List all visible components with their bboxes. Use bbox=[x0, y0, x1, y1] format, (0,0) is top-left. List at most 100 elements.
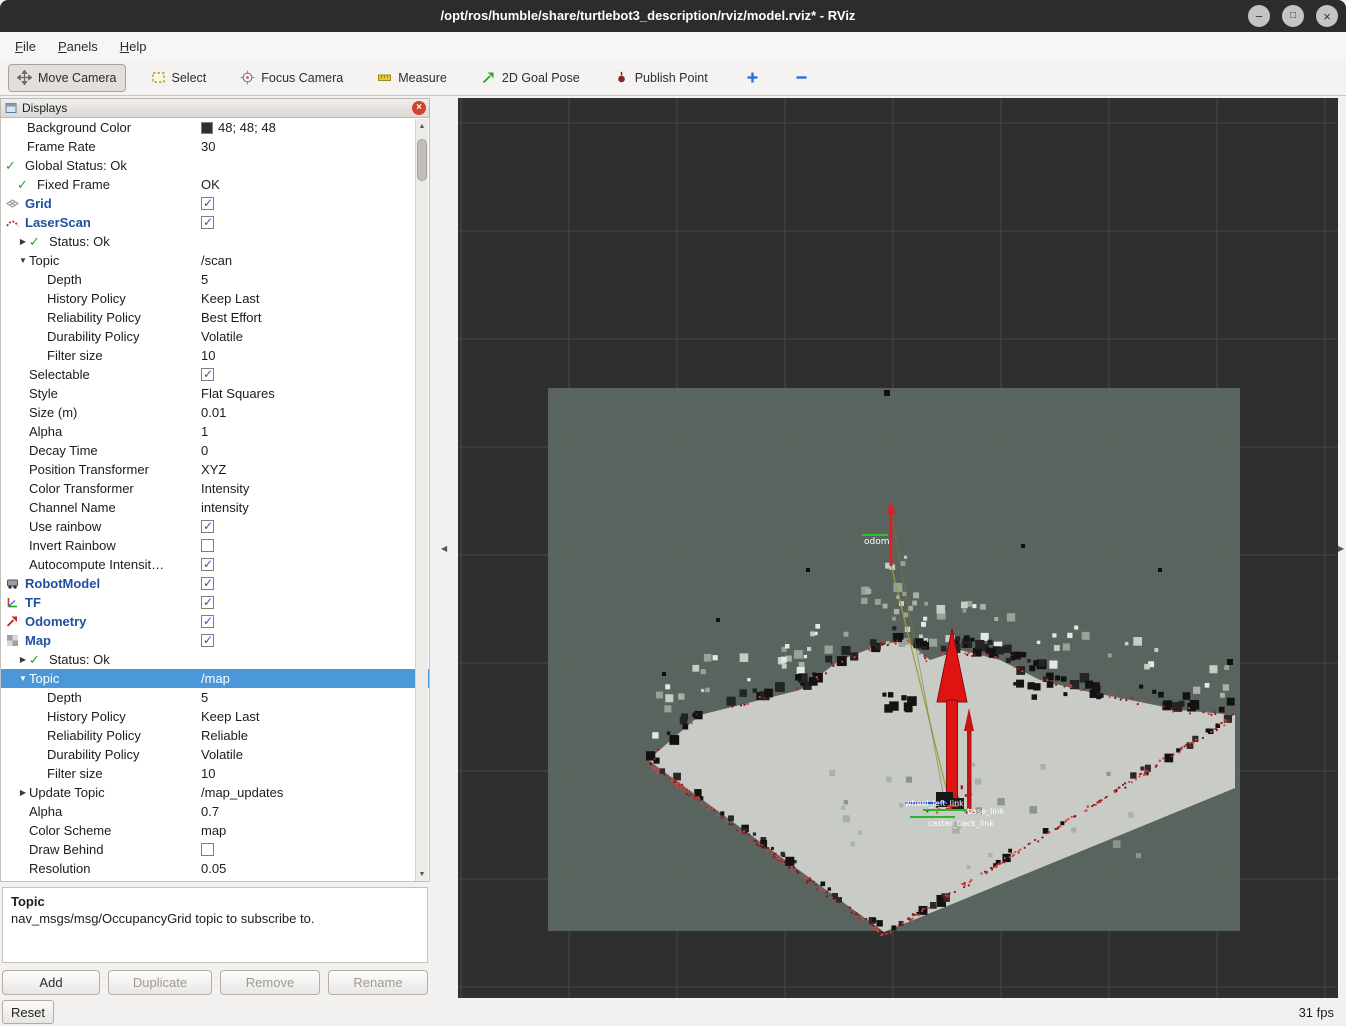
property-value[interactable]: 1 bbox=[201, 422, 208, 441]
tree-row-background-color[interactable]: Background Color48; 48; 48 bbox=[1, 118, 429, 137]
tree-row-tf[interactable]: TF bbox=[1, 593, 429, 612]
property-value[interactable]: 5 bbox=[201, 688, 208, 707]
property-checkbox-cell[interactable] bbox=[201, 840, 214, 859]
tree-row-size-m[interactable]: Size (m)0.01 bbox=[1, 403, 429, 422]
property-value[interactable]: Reliable bbox=[201, 726, 248, 745]
tree-row-invert-rainbow[interactable]: Invert Rainbow bbox=[1, 536, 429, 555]
tree-row-filter-size[interactable]: Filter size10 bbox=[1, 764, 429, 783]
property-value[interactable]: map bbox=[201, 821, 226, 840]
property-value[interactable]: XYZ bbox=[201, 460, 226, 479]
duplicate-button[interactable]: Duplicate bbox=[108, 970, 212, 995]
checkbox-unchecked[interactable] bbox=[201, 539, 214, 552]
expander-closed-icon[interactable]: ▶ bbox=[17, 788, 29, 797]
property-value[interactable]: OK bbox=[201, 175, 220, 194]
property-checkbox-cell[interactable] bbox=[201, 213, 214, 232]
property-checkbox-cell[interactable] bbox=[201, 574, 214, 593]
close-button[interactable]: × bbox=[1316, 5, 1338, 27]
tree-row-history-policy[interactable]: History PolicyKeep Last bbox=[1, 289, 429, 308]
property-value[interactable]: 10 bbox=[201, 764, 215, 783]
checkbox-checked[interactable] bbox=[201, 596, 214, 609]
property-value[interactable]: 0 bbox=[201, 441, 208, 460]
3d-view-canvas[interactable]: odomwheel_left_linkbase_linkcaster_back_… bbox=[458, 98, 1338, 998]
tree-row-autocompute-intensit[interactable]: Autocompute Intensit… bbox=[1, 555, 429, 574]
tree-row-odometry[interactable]: Odometry bbox=[1, 612, 429, 631]
tree-row-status-ok[interactable]: ▶✓Status: Ok bbox=[1, 650, 429, 669]
tree-row-robotmodel[interactable]: RobotModel bbox=[1, 574, 429, 593]
property-value[interactable]: /map bbox=[201, 669, 230, 688]
tool-publish-point[interactable]: Publish Point bbox=[605, 64, 717, 92]
checkbox-checked[interactable] bbox=[201, 216, 214, 229]
add-tool-button[interactable] bbox=[739, 64, 766, 92]
tree-row-selectable[interactable]: Selectable bbox=[1, 365, 429, 384]
checkbox-checked[interactable] bbox=[201, 197, 214, 210]
menu-file[interactable]: File bbox=[4, 35, 47, 58]
tree-row-status-ok[interactable]: ▶✓Status: Ok bbox=[1, 232, 429, 251]
property-checkbox-cell[interactable] bbox=[201, 631, 214, 650]
tree-row-style[interactable]: StyleFlat Squares bbox=[1, 384, 429, 403]
tree-row-topic[interactable]: ▼Topic/scan bbox=[1, 251, 429, 270]
property-value[interactable]: 0.05 bbox=[201, 859, 226, 878]
tree-scrollbar[interactable]: ▲ ▼ bbox=[415, 119, 428, 881]
add-button[interactable]: Add bbox=[2, 970, 100, 995]
property-value[interactable]: 0.7 bbox=[201, 802, 219, 821]
tree-row-resolution[interactable]: Resolution0.05 bbox=[1, 859, 429, 878]
property-value[interactable]: Flat Squares bbox=[201, 384, 275, 403]
minimize-button[interactable]: − bbox=[1248, 5, 1270, 27]
property-value[interactable]: Keep Last bbox=[201, 707, 260, 726]
tool-measure[interactable]: Measure bbox=[368, 64, 456, 92]
tree-row-reliability-policy[interactable]: Reliability PolicyBest Effort bbox=[1, 308, 429, 327]
tree-row-draw-behind[interactable]: Draw Behind bbox=[1, 840, 429, 859]
property-value[interactable]: /map_updates bbox=[201, 783, 283, 802]
property-value[interactable]: Intensity bbox=[201, 479, 249, 498]
property-value[interactable]: Keep Last bbox=[201, 289, 260, 308]
tree-row-filter-size[interactable]: Filter size10 bbox=[1, 346, 429, 365]
checkbox-unchecked[interactable] bbox=[201, 843, 214, 856]
property-value[interactable]: Best Effort bbox=[201, 308, 261, 327]
property-value[interactable]: 5 bbox=[201, 270, 208, 289]
titlebar[interactable]: /opt/ros/humble/share/turtlebot3_descrip… bbox=[0, 0, 1346, 32]
property-checkbox-cell[interactable] bbox=[201, 536, 214, 555]
maximize-button[interactable]: □ bbox=[1282, 5, 1304, 27]
menu-help[interactable]: Help bbox=[109, 35, 158, 58]
tree-row-reliability-policy[interactable]: Reliability PolicyReliable bbox=[1, 726, 429, 745]
tree-row-global-status-ok[interactable]: ✓Global Status: Ok bbox=[1, 156, 429, 175]
tree-row-color-transformer[interactable]: Color TransformerIntensity bbox=[1, 479, 429, 498]
tree-row-fixed-frame[interactable]: ✓Fixed FrameOK bbox=[1, 175, 429, 194]
property-checkbox-cell[interactable] bbox=[201, 365, 214, 384]
tree-row-map[interactable]: Map bbox=[1, 631, 429, 650]
tree-row-color-scheme[interactable]: Color Schememap bbox=[1, 821, 429, 840]
tool-focus-camera[interactable]: Focus Camera bbox=[231, 64, 352, 92]
tree-row-decay-time[interactable]: Decay Time0 bbox=[1, 441, 429, 460]
property-value[interactable]: 10 bbox=[201, 346, 215, 365]
rename-button[interactable]: Rename bbox=[328, 970, 428, 995]
tree-row-depth[interactable]: Depth5 bbox=[1, 270, 429, 289]
expand-right-icon[interactable]: ▶ bbox=[1338, 544, 1344, 553]
tool-move-camera[interactable]: Move Camera bbox=[8, 64, 126, 92]
property-value[interactable]: 0.01 bbox=[201, 403, 226, 422]
tree-row-grid[interactable]: Grid bbox=[1, 194, 429, 213]
tool-select[interactable]: Select bbox=[142, 64, 216, 92]
collapse-left-icon[interactable]: ◀ bbox=[441, 544, 447, 553]
tree-row-durability-policy[interactable]: Durability PolicyVolatile bbox=[1, 745, 429, 764]
checkbox-checked[interactable] bbox=[201, 577, 214, 590]
scrollbar-track[interactable] bbox=[416, 133, 429, 867]
property-value[interactable]: /scan bbox=[201, 251, 232, 270]
checkbox-checked[interactable] bbox=[201, 368, 214, 381]
remove-button[interactable]: Remove bbox=[220, 970, 320, 995]
reset-button[interactable]: Reset bbox=[2, 1000, 54, 1024]
property-checkbox-cell[interactable] bbox=[201, 517, 214, 536]
tree-row-depth[interactable]: Depth5 bbox=[1, 688, 429, 707]
tree-row-topic[interactable]: ▼Topic/map bbox=[1, 669, 429, 688]
property-checkbox-cell[interactable] bbox=[201, 555, 214, 574]
property-checkbox-cell[interactable] bbox=[201, 593, 214, 612]
checkbox-checked[interactable] bbox=[201, 634, 214, 647]
property-checkbox-cell[interactable] bbox=[201, 612, 214, 631]
menu-panels[interactable]: Panels bbox=[47, 35, 109, 58]
color-value[interactable]: 48; 48; 48 bbox=[201, 118, 276, 137]
scroll-up-icon[interactable]: ▲ bbox=[416, 119, 429, 133]
property-value[interactable]: 30 bbox=[201, 137, 215, 156]
checkbox-checked[interactable] bbox=[201, 520, 214, 533]
property-value[interactable]: Volatile bbox=[201, 327, 243, 346]
tree-row-update-topic[interactable]: ▶Update Topic/map_updates bbox=[1, 783, 429, 802]
tree-row-use-rainbow[interactable]: Use rainbow bbox=[1, 517, 429, 536]
